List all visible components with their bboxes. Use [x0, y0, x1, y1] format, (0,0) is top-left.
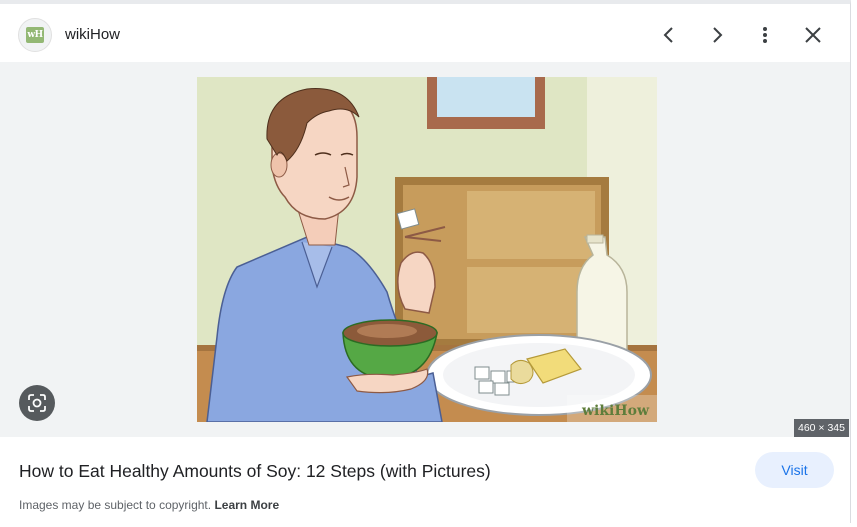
- page-title[interactable]: How to Eat Healthy Amounts of Soy: 12 St…: [19, 461, 491, 482]
- man-eating-soy-illustration: wikiHow: [197, 77, 657, 422]
- chevron-left-icon: [663, 27, 673, 43]
- result-footer: How to Eat Healthy Amounts of Soy: 12 St…: [0, 437, 850, 527]
- image-preview-panel: wH wikiHow wikiHow 460 × 345 How to Eat …: [0, 0, 851, 527]
- preview-image[interactable]: wikiHow: [197, 77, 657, 422]
- learn-more-link[interactable]: Learn More: [214, 498, 279, 512]
- close-button[interactable]: [798, 18, 828, 52]
- image-area: wikiHow 460 × 345: [0, 62, 850, 437]
- more-vert-icon: [763, 27, 767, 43]
- copyright-notice: Images may be subject to copyright. Lear…: [19, 498, 279, 512]
- site-name[interactable]: wikiHow: [65, 26, 120, 43]
- more-options-button[interactable]: [750, 18, 780, 52]
- preview-header: wH wikiHow: [0, 8, 850, 62]
- previous-button[interactable]: [654, 18, 684, 52]
- site-favicon[interactable]: wH: [18, 18, 52, 52]
- lens-search-button[interactable]: [19, 385, 55, 421]
- chevron-right-icon: [713, 27, 723, 43]
- copyright-text: Images may be subject to copyright.: [19, 498, 212, 512]
- image-dimensions-badge: 460 × 345: [793, 419, 849, 437]
- close-icon: [805, 27, 821, 43]
- visit-button[interactable]: Visit: [755, 452, 834, 488]
- next-button[interactable]: [702, 18, 732, 52]
- lens-icon: [28, 394, 46, 412]
- wikihow-logo-icon: wH: [26, 27, 44, 43]
- image-watermark: wikiHow: [581, 403, 650, 419]
